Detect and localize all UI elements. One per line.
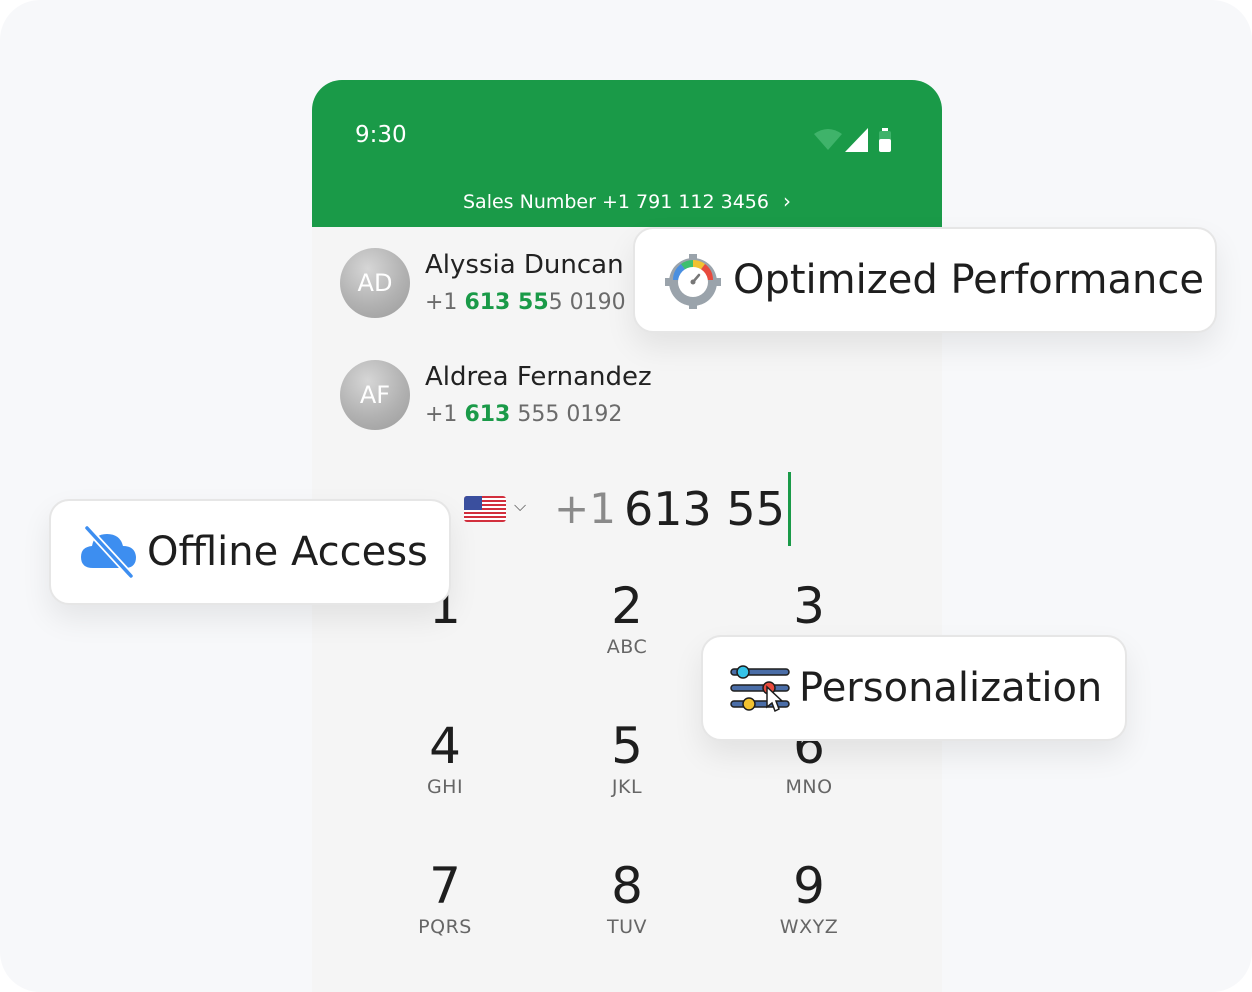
key-digit: 8 (611, 857, 643, 915)
sales-number-label: Sales Number +1 791 112 3456 (463, 191, 769, 213)
contact-phone: +1 613 555 0192 (425, 402, 622, 427)
feature-card-performance: Optimized Performance (633, 227, 1217, 333)
sliders-icon (730, 665, 790, 713)
feature-card-personalization: Personalization (701, 635, 1127, 741)
key-letters: MNO (785, 776, 833, 798)
key-digit: 2 (611, 577, 643, 635)
avatar: AF (340, 360, 410, 430)
key-digit: 9 (793, 857, 825, 915)
feature-label: Personalization (799, 665, 1103, 711)
contact-name: Alyssia Duncan (425, 250, 624, 280)
feature-card-offline: Offline Access (49, 499, 451, 605)
typed-number[interactable]: 613 55 (624, 482, 785, 536)
dial-key-3[interactable]: 3 (749, 578, 869, 636)
key-digit: 5 (611, 717, 643, 775)
key-letters: GHI (426, 776, 464, 798)
battery-icon (879, 128, 891, 152)
phone-rest: 5 0190 (548, 290, 626, 315)
contact-item[interactable]: AF Aldrea Fernandez +1 613 555 0192 (340, 360, 900, 432)
speedometer-gear-icon (665, 254, 721, 309)
key-letters: ABC (606, 636, 648, 658)
key-digit: 7 (429, 857, 461, 915)
chevron-right-icon: › (783, 189, 791, 213)
background-canvas: 9:30 Sales Number +1 791 112 3456 › AD A… (0, 0, 1252, 992)
phone-rest: 555 0192 (510, 402, 623, 427)
feature-label: Offline Access (147, 529, 428, 575)
dial-key-7[interactable]: 7 PQRS (385, 858, 505, 938)
country-code: +1 (554, 484, 616, 533)
key-digit: 4 (429, 717, 461, 775)
phone-match-highlight: 613 55 (464, 290, 549, 315)
chevron-down-icon[interactable]: ⌵ (514, 498, 526, 516)
dial-key-5[interactable]: 5 JKL (567, 718, 687, 798)
key-letters: TUV (606, 916, 647, 938)
phone-prefix: +1 (425, 402, 465, 427)
app-header: 9:30 Sales Number +1 791 112 3456 › (312, 80, 942, 227)
status-time: 9:30 (355, 122, 407, 148)
key-letters: PQRS (418, 916, 472, 938)
cloud-off-icon (81, 524, 136, 580)
contact-name: Aldrea Fernandez (425, 362, 652, 392)
phone-prefix: +1 (425, 290, 465, 315)
sales-number-link[interactable]: Sales Number +1 791 112 3456 › (312, 189, 942, 213)
status-icons (814, 128, 891, 152)
key-digit: 3 (793, 577, 825, 635)
contact-phone: +1 613 555 0190 (425, 290, 626, 315)
text-cursor (788, 472, 791, 546)
signal-icon (845, 128, 868, 152)
dial-key-4[interactable]: 4 GHI (385, 718, 505, 798)
phone-match-highlight: 613 (464, 402, 511, 427)
key-letters: JKL (611, 776, 643, 798)
avatar: AD (340, 248, 410, 318)
dial-key-9[interactable]: 9 WXYZ (749, 858, 869, 938)
dial-key-2[interactable]: 2 ABC (567, 578, 687, 658)
wifi-icon (814, 129, 842, 150)
key-letters: WXYZ (779, 916, 839, 938)
dial-key-8[interactable]: 8 TUV (567, 858, 687, 938)
dial-input[interactable]: ⌵ +1 613 55 (462, 470, 862, 546)
feature-label: Optimized Performance (733, 257, 1204, 303)
us-flag-icon[interactable] (464, 496, 506, 522)
